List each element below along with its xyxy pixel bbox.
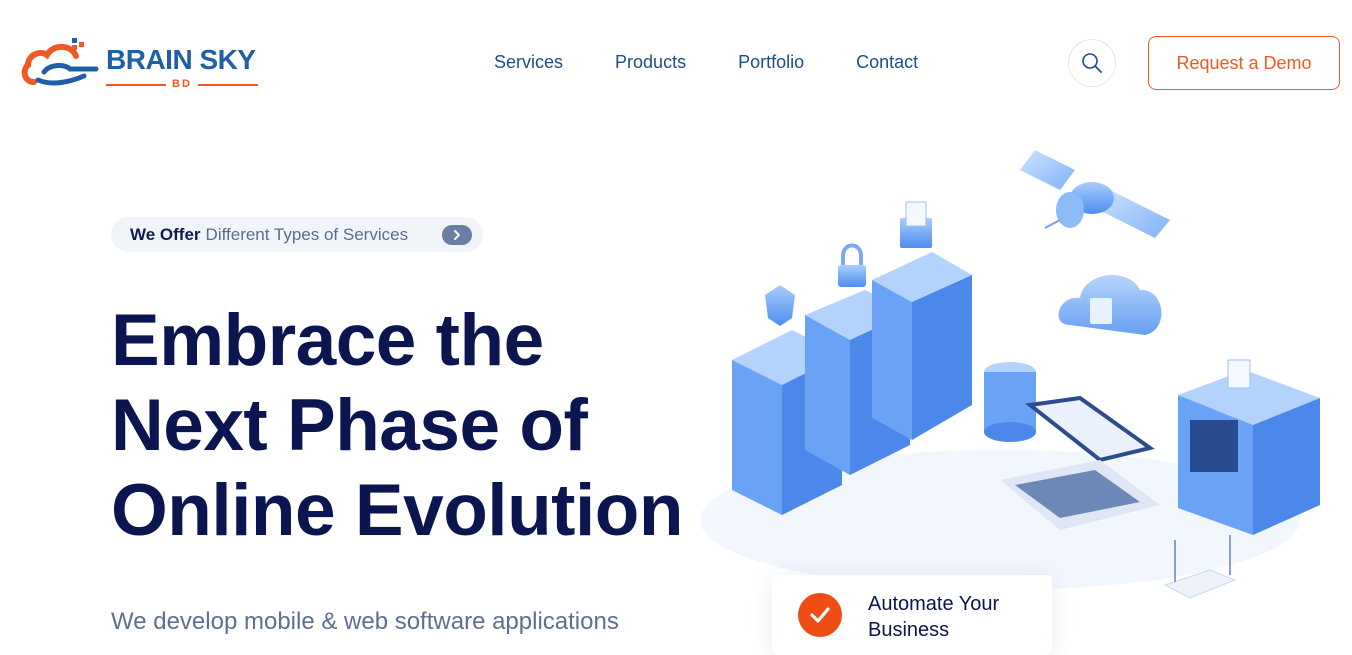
- nav-contact[interactable]: Contact: [856, 52, 918, 73]
- satellite-icon: [1020, 150, 1170, 238]
- database-icon: [984, 362, 1036, 442]
- nav-services[interactable]: Services: [494, 52, 563, 73]
- brand-name: BRAIN SKY: [106, 44, 256, 75]
- main-nav: Services Products Portfolio Contact: [494, 52, 918, 73]
- chevron-right-icon: [442, 225, 472, 245]
- datacenter-illustration: [700, 150, 1320, 599]
- search-icon: [1082, 53, 1102, 73]
- feature-title: Automate Your Business: [868, 593, 1000, 641]
- brand-sub: BD: [172, 78, 192, 90]
- check-icon: [798, 593, 842, 637]
- cloud-icon: [1058, 275, 1162, 335]
- services-pill[interactable]: We Offer Different Types of Services: [111, 217, 483, 252]
- brand-logo[interactable]: BRAIN SKY BD: [20, 36, 265, 92]
- hero-title-line: Next Phase of: [111, 385, 588, 466]
- cloud-logo-icon: [21, 38, 99, 86]
- server-box-icon: [1178, 359, 1320, 535]
- feature-card[interactable]: Automate Your Business: [772, 575, 1052, 655]
- search-button[interactable]: [1068, 39, 1116, 87]
- nav-products[interactable]: Products: [615, 52, 686, 73]
- request-demo-button[interactable]: Request a Demo: [1148, 36, 1340, 90]
- hero-title-line: Embrace the: [111, 300, 544, 381]
- hero-title-line: Online Evolution: [111, 470, 683, 551]
- hero-title: Embrace the Next Phase of Online Evoluti…: [111, 298, 711, 553]
- pill-strong-text: We Offer: [130, 224, 201, 244]
- hero-subtitle: We develop mobile & web software applica…: [111, 608, 619, 635]
- pill-rest-text: Different Types of Services: [205, 224, 409, 244]
- nav-portfolio[interactable]: Portfolio: [738, 52, 804, 73]
